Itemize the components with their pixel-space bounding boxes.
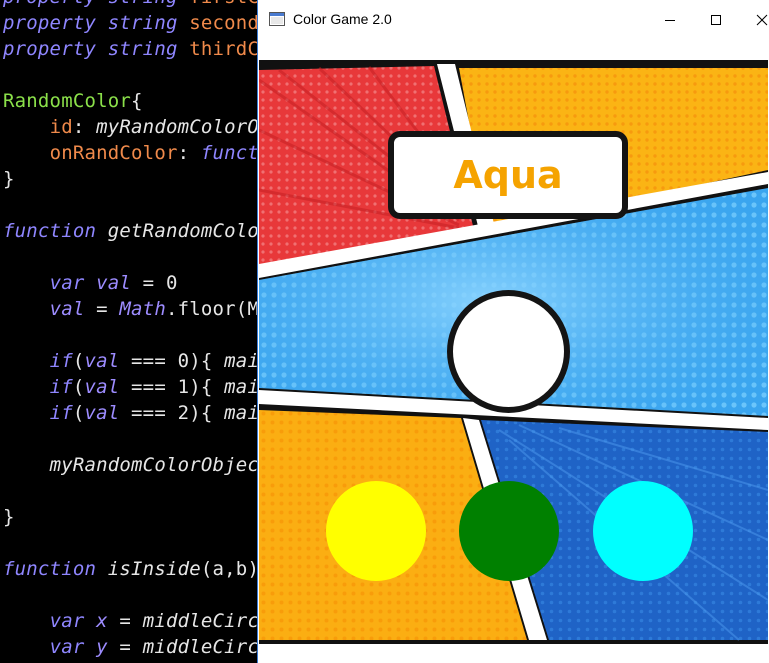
code-token: var [49, 636, 85, 658]
code-token: string [107, 12, 178, 34]
code-token: property [3, 0, 96, 8]
code-token: { [131, 90, 143, 112]
green-ball[interactable] [459, 481, 559, 581]
maximize-icon [711, 15, 721, 25]
code-line: if(val === 1){ main [3, 374, 271, 400]
code-line: } [3, 504, 15, 530]
window-app-icon [269, 12, 285, 26]
code-token: var [49, 272, 85, 294]
code-token: : [72, 116, 97, 138]
window-title: Color Game 2.0 [293, 11, 392, 27]
code-token: if [49, 402, 73, 424]
code-token: = [84, 298, 120, 320]
drop-target-circle[interactable] [447, 290, 570, 413]
code-token: string [108, 0, 178, 8]
code-token: === 1){ [119, 376, 225, 398]
aqua-ball[interactable] [593, 481, 693, 581]
game-canvas: Aqua [259, 40, 768, 663]
code-line: if(val === 2){ main [3, 400, 271, 426]
minimize-button[interactable] [647, 0, 693, 40]
code-token: = [107, 610, 143, 632]
code-line: myRandomColorObject [3, 452, 271, 478]
code-token: } [3, 168, 15, 190]
code-line: onRandColor: function [3, 140, 294, 166]
code-line: var y = middleCircle [3, 634, 283, 660]
code-token: ( [72, 350, 85, 372]
code-token: function [3, 220, 97, 242]
code-token: onRandColor [49, 142, 178, 164]
minimize-icon [665, 20, 675, 21]
code-token: string [107, 38, 178, 60]
code-token: var [49, 610, 85, 632]
maximize-button[interactable] [693, 0, 739, 40]
target-word: Aqua [453, 153, 563, 197]
code-token: x [96, 610, 108, 632]
code-token: property [3, 12, 97, 34]
code-token: y [96, 636, 108, 658]
code-token: Math [119, 298, 166, 320]
code-token: val [96, 272, 132, 294]
code-token: RandomColor [3, 90, 132, 112]
code-line: val = Math.floor(Math [3, 296, 294, 322]
app-window: Color Game 2.0 Aqua [258, 0, 769, 663]
code-line: var x = middleCircle [3, 608, 283, 634]
code-line: RandomColor{ [3, 88, 143, 114]
code-token: val [84, 350, 120, 372]
close-button[interactable] [739, 0, 769, 40]
yellow-ball[interactable] [326, 481, 426, 581]
code-token: ( [72, 376, 85, 398]
code-token: getRandomColor [107, 220, 271, 242]
code-token: : [177, 142, 201, 164]
code-token: === 0){ [119, 350, 225, 372]
code-token: if [49, 350, 73, 372]
code-token: isInside [107, 558, 201, 580]
code-token: val [84, 376, 120, 398]
code-line: } [3, 166, 15, 192]
code-token: ( [72, 402, 85, 424]
code-token: function [3, 558, 97, 580]
code-token: val [84, 402, 120, 424]
target-word-box: Aqua [388, 131, 628, 219]
code-token: = [107, 636, 143, 658]
code-token: id [49, 116, 73, 138]
code-token: val [49, 298, 85, 320]
code-token: if [49, 376, 73, 398]
close-icon [756, 14, 768, 26]
code-line: if(val === 0){ main [3, 348, 271, 374]
code-token: = 0 [131, 272, 178, 294]
code-token: === 2){ [119, 402, 225, 424]
code-line: var val = 0 [3, 270, 178, 296]
code-token: } [3, 506, 15, 528]
code-token: property [3, 38, 97, 60]
title-bar[interactable]: Color Game 2.0 [258, 0, 769, 40]
code-token: myRandomColorObject [49, 454, 271, 476]
